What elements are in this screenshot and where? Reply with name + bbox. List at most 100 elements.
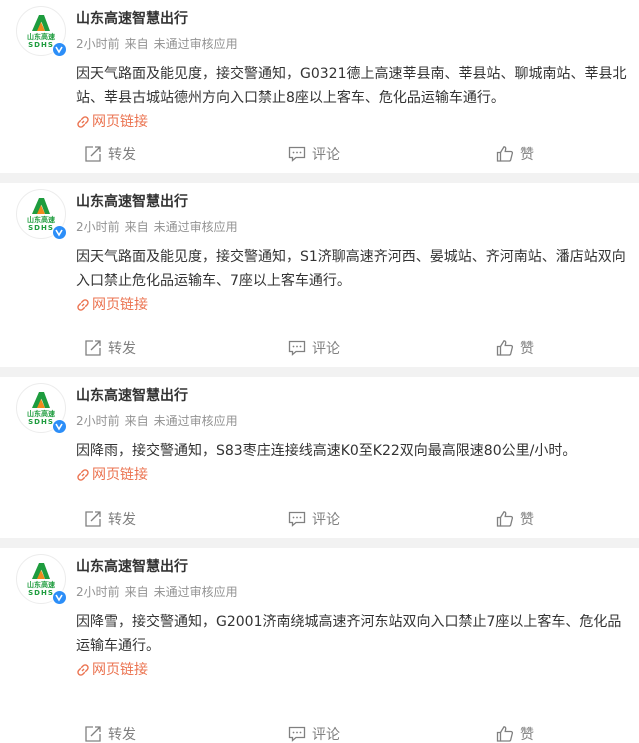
thumbs-up-icon bbox=[496, 146, 514, 162]
source-app: 未通过审核应用 bbox=[153, 585, 238, 599]
comment-button[interactable]: 评论 bbox=[288, 335, 340, 361]
post-time[interactable]: 2小时前 bbox=[76, 220, 120, 234]
repost-icon bbox=[85, 146, 101, 162]
author-name[interactable]: 山东高速智慧出行 bbox=[76, 557, 629, 577]
post-header: 山东高速智慧出行 2小时前 来自 未通过审核应用 bbox=[76, 9, 629, 53]
post-header: 山东高速智慧出行 2小时前 来自 未通过审核应用 bbox=[76, 192, 629, 236]
post-actions: 转发 评论 赞 bbox=[0, 500, 639, 538]
repost-label: 转发 bbox=[108, 727, 136, 743]
svg-text:山东高速: 山东高速 bbox=[27, 580, 55, 589]
comment-button[interactable]: 评论 bbox=[288, 141, 340, 167]
comment-button[interactable]: 评论 bbox=[288, 721, 340, 743]
source-app: 未通过审核应用 bbox=[153, 220, 238, 234]
svg-text:SDHS: SDHS bbox=[28, 418, 54, 426]
post-card: 山东高速 SDHS 山东高速智慧出行 2小时前 来自 未通过审核应用 因降雨，接交警… bbox=[0, 377, 639, 538]
repost-icon bbox=[85, 340, 101, 356]
repost-button[interactable]: 转发 bbox=[84, 506, 136, 532]
avatar[interactable]: 山东高速 SDHS bbox=[16, 6, 67, 57]
author-name[interactable]: 山东高速智慧出行 bbox=[76, 192, 629, 212]
repost-button[interactable]: 转发 bbox=[84, 721, 136, 743]
comment-icon bbox=[288, 340, 306, 356]
post-meta: 2小时前 来自 未通过审核应用 bbox=[76, 218, 629, 236]
source-app: 未通过审核应用 bbox=[153, 37, 238, 51]
source-prefix: 来自 bbox=[124, 414, 149, 428]
repost-label: 转发 bbox=[108, 341, 136, 357]
post-actions: 转发 评论 赞 bbox=[0, 135, 639, 173]
comment-button[interactable]: 评论 bbox=[288, 506, 340, 532]
repost-icon bbox=[85, 726, 101, 742]
repost-label: 转发 bbox=[108, 512, 136, 528]
post-text: 因降雪，接交警通知，G2001济南绕城高速齐河东站双向入口禁止7座以上客车、危化… bbox=[76, 614, 622, 654]
post-body: 因天气路面及能见度，接交警通知，S1济聊高速齐河西、晏城站、齐河南站、潘店站双向… bbox=[76, 245, 629, 320]
avatar[interactable]: 山东高速 SDHS bbox=[16, 383, 67, 434]
web-link-label: 网页链接 bbox=[92, 467, 148, 483]
post-time[interactable]: 2小时前 bbox=[76, 414, 120, 428]
like-button[interactable]: 赞 bbox=[496, 506, 534, 532]
source-prefix: 来自 bbox=[124, 220, 149, 234]
post-meta: 2小时前 来自 未通过审核应用 bbox=[76, 412, 629, 430]
like-label: 赞 bbox=[520, 341, 534, 357]
repost-label: 转发 bbox=[108, 147, 136, 163]
thumbs-up-icon bbox=[496, 511, 514, 527]
post-time[interactable]: 2小时前 bbox=[76, 37, 120, 51]
source-prefix: 来自 bbox=[124, 37, 149, 51]
post-text: 因天气路面及能见度，接交警通知，G0321德上高速莘县南、莘县站、聊城南站、莘县… bbox=[76, 66, 627, 106]
thumbs-up-icon bbox=[496, 340, 514, 356]
post-meta: 2小时前 来自 未通过审核应用 bbox=[76, 35, 629, 53]
post-text: 因天气路面及能见度，接交警通知，S1济聊高速齐河西、晏城站、齐河南站、潘店站双向… bbox=[76, 249, 626, 289]
post-body: 因降雪，接交警通知，G2001济南绕城高速齐河东站双向入口禁止7座以上客车、危化… bbox=[76, 610, 629, 685]
comment-icon bbox=[288, 511, 306, 527]
svg-text:SDHS: SDHS bbox=[28, 41, 54, 49]
source-app: 未通过审核应用 bbox=[153, 414, 238, 428]
web-link[interactable]: 网页链接 bbox=[76, 293, 148, 317]
svg-text:SDHS: SDHS bbox=[28, 224, 54, 232]
verified-badge-icon bbox=[52, 225, 67, 240]
web-link-label: 网页链接 bbox=[92, 662, 148, 678]
verified-badge-icon bbox=[52, 590, 67, 605]
avatar[interactable]: 山东高速 SDHS bbox=[16, 189, 67, 240]
verified-badge-icon bbox=[52, 42, 67, 57]
svg-text:SDHS: SDHS bbox=[28, 589, 54, 597]
post-actions: 转发 评论 赞 bbox=[0, 715, 639, 743]
source-prefix: 来自 bbox=[124, 585, 149, 599]
repost-icon bbox=[85, 511, 101, 527]
verified-badge-icon bbox=[52, 419, 67, 434]
link-icon bbox=[77, 469, 89, 481]
svg-text:山东高速: 山东高速 bbox=[27, 409, 55, 418]
author-name[interactable]: 山东高速智慧出行 bbox=[76, 386, 629, 406]
post-body: 因降雨，接交警通知，S83枣庄连接线高速K0至K22双向最高限速80公里/小时。… bbox=[76, 439, 629, 490]
comment-label: 评论 bbox=[312, 727, 340, 743]
avatar[interactable]: 山东高速 SDHS bbox=[16, 554, 67, 605]
post-meta: 2小时前 来自 未通过审核应用 bbox=[76, 583, 629, 601]
link-icon bbox=[77, 116, 89, 128]
like-button[interactable]: 赞 bbox=[496, 721, 534, 743]
svg-text:山东高速: 山东高速 bbox=[27, 215, 55, 224]
comment-label: 评论 bbox=[312, 512, 340, 528]
post-text: 因降雨，接交警通知，S83枣庄连接线高速K0至K22双向最高限速80公里/小时。 bbox=[76, 443, 577, 459]
author-name[interactable]: 山东高速智慧出行 bbox=[76, 9, 629, 29]
thumbs-up-icon bbox=[496, 726, 514, 742]
comment-label: 评论 bbox=[312, 147, 340, 163]
repost-button[interactable]: 转发 bbox=[84, 335, 136, 361]
web-link[interactable]: 网页链接 bbox=[76, 463, 148, 487]
repost-button[interactable]: 转发 bbox=[84, 141, 136, 167]
link-icon bbox=[77, 664, 89, 676]
post-header: 山东高速智慧出行 2小时前 来自 未通过审核应用 bbox=[76, 557, 629, 601]
post-header: 山东高速智慧出行 2小时前 来自 未通过审核应用 bbox=[76, 386, 629, 430]
like-button[interactable]: 赞 bbox=[496, 141, 534, 167]
like-button[interactable]: 赞 bbox=[496, 335, 534, 361]
comment-label: 评论 bbox=[312, 341, 340, 357]
comment-icon bbox=[288, 726, 306, 742]
web-link[interactable]: 网页链接 bbox=[76, 110, 148, 134]
post-card: 山东高速 SDHS 山东高速智慧出行 2小时前 来自 未通过审核应用 因天气路面及能… bbox=[0, 0, 639, 173]
svg-text:山东高速: 山东高速 bbox=[27, 32, 55, 41]
like-label: 赞 bbox=[520, 147, 534, 163]
weibo-feed: 山东高速 SDHS 山东高速智慧出行 2小时前 来自 未通过审核应用 因天气路面及能… bbox=[0, 0, 639, 743]
like-label: 赞 bbox=[520, 727, 534, 743]
web-link-label: 网页链接 bbox=[92, 114, 148, 130]
post-time[interactable]: 2小时前 bbox=[76, 585, 120, 599]
web-link-label: 网页链接 bbox=[92, 297, 148, 313]
post-card: 山东高速 SDHS 山东高速智慧出行 2小时前 来自 未通过审核应用 因降雪，接交警… bbox=[0, 548, 639, 743]
web-link[interactable]: 网页链接 bbox=[76, 658, 148, 682]
post-card: 山东高速 SDHS 山东高速智慧出行 2小时前 来自 未通过审核应用 因天气路面及能… bbox=[0, 183, 639, 367]
